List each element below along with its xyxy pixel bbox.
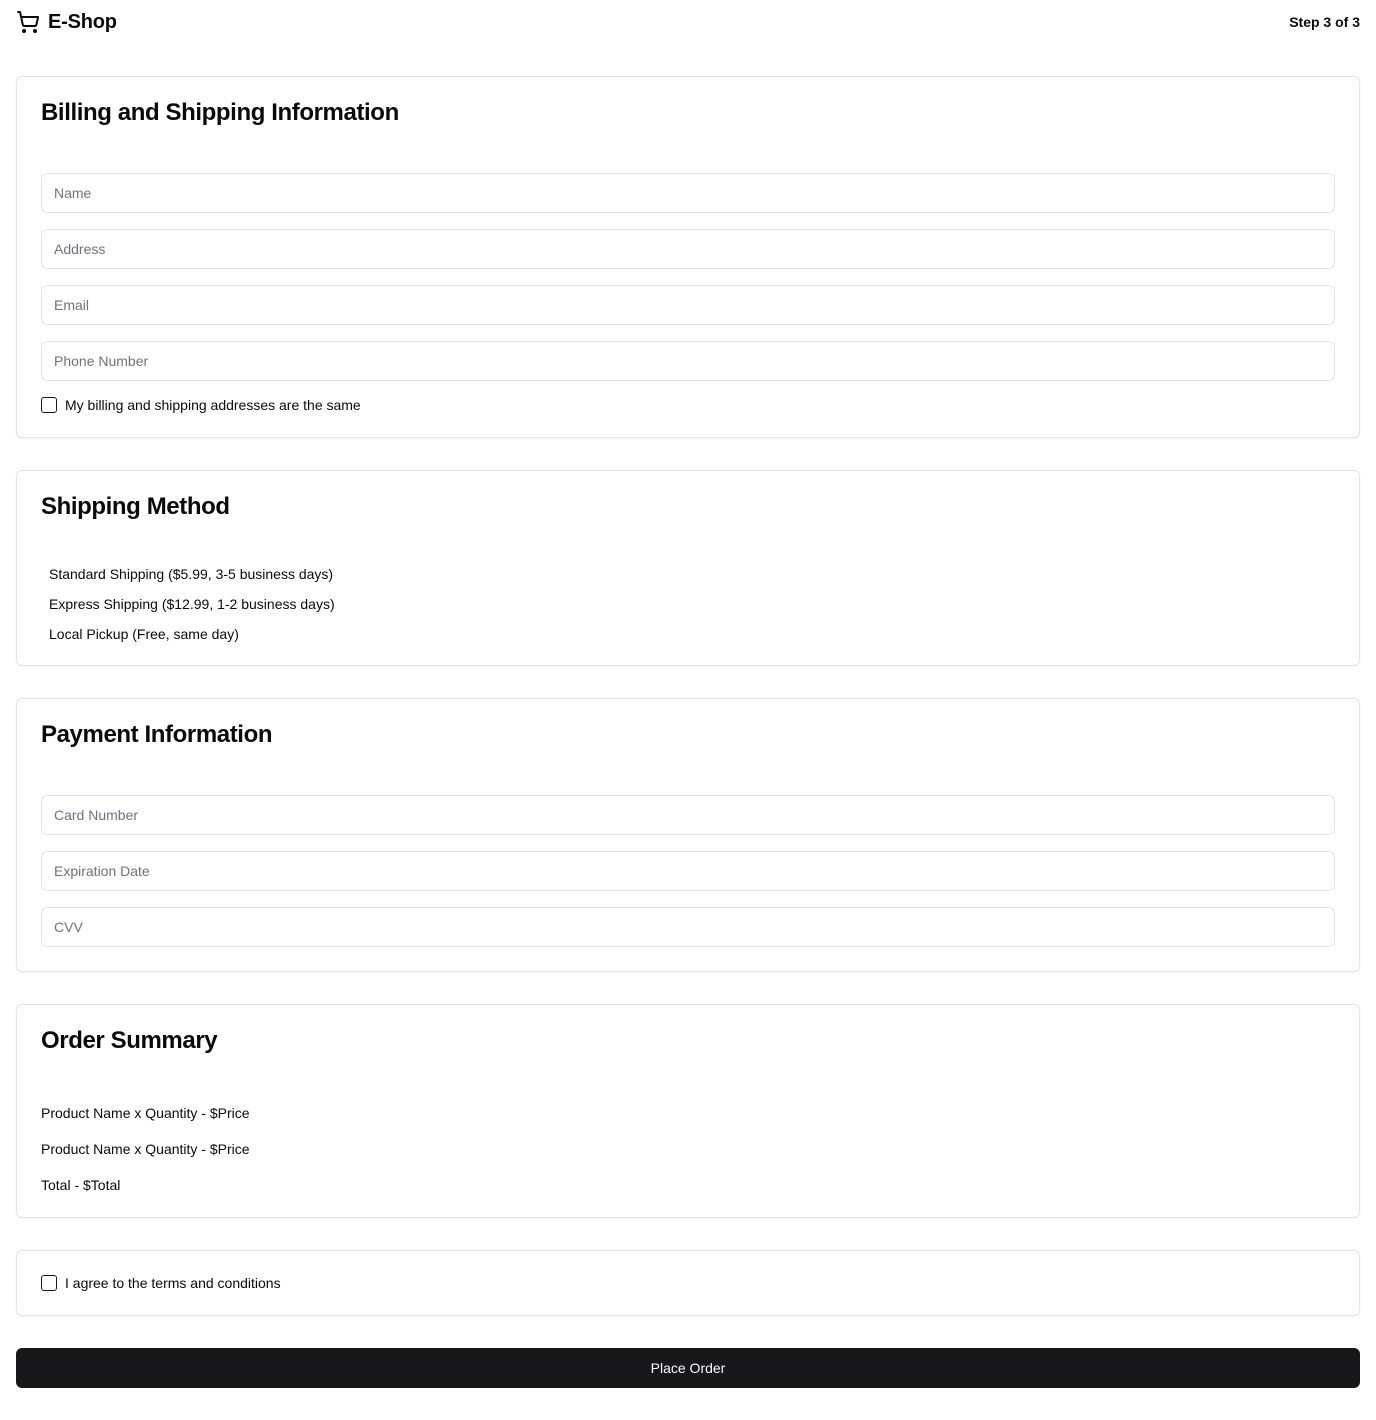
billing-card: Billing and Shipping Information My bill…	[16, 76, 1360, 438]
email-input[interactable]	[41, 285, 1335, 325]
expiration-date-input[interactable]	[41, 851, 1335, 891]
card-number-input[interactable]	[41, 795, 1335, 835]
payment-fields	[41, 795, 1335, 947]
terms-checkbox[interactable]	[41, 1275, 57, 1291]
shipping-options: Standard Shipping ($5.99, 3-5 business d…	[41, 564, 1335, 654]
shipping-option-express[interactable]: Express Shipping ($12.99, 1-2 business d…	[49, 594, 1335, 624]
order-total: Total - $Total	[41, 1177, 121, 1193]
name-input[interactable]	[41, 173, 1335, 213]
phone-input[interactable]	[41, 341, 1335, 381]
order-item: Product Name x Quantity - $Price	[41, 1141, 250, 1157]
top-bar: E-Shop Step 3 of 3	[16, 0, 1360, 44]
terms-label[interactable]: I agree to the terms and conditions	[65, 1275, 281, 1291]
order-item: Product Name x Quantity - $Price	[41, 1105, 250, 1121]
same-address-row: My billing and shipping addresses are th…	[41, 397, 1335, 413]
order-summary-title: Order Summary	[41, 1027, 218, 1054]
payment-title: Payment Information	[41, 721, 273, 748]
brand[interactable]: E-Shop	[16, 10, 117, 34]
shipping-card: Shipping Method Standard Shipping ($5.99…	[16, 470, 1360, 666]
billing-fields	[41, 173, 1335, 381]
step-indicator: Step 3 of 3	[1289, 14, 1360, 30]
address-input[interactable]	[41, 229, 1335, 269]
billing-title: Billing and Shipping Information	[41, 99, 399, 126]
checkout-page: E-Shop Step 3 of 3 Billing and Shipping …	[0, 0, 1376, 1388]
cvv-input[interactable]	[41, 907, 1335, 947]
same-address-checkbox[interactable]	[41, 397, 57, 413]
shopping-cart-icon	[16, 10, 40, 34]
place-order-button[interactable]: Place Order	[16, 1348, 1360, 1388]
shipping-option-standard[interactable]: Standard Shipping ($5.99, 3-5 business d…	[49, 564, 1335, 594]
same-address-label[interactable]: My billing and shipping addresses are th…	[65, 397, 361, 413]
brand-name: E-Shop	[48, 10, 117, 33]
shipping-title: Shipping Method	[41, 493, 230, 520]
order-summary-card: Order Summary Product Name x Quantity - …	[16, 1004, 1360, 1218]
terms-card: I agree to the terms and conditions	[16, 1250, 1360, 1316]
terms-row: I agree to the terms and conditions	[41, 1275, 281, 1291]
order-summary-lines: Product Name x Quantity - $Price Product…	[41, 1103, 1335, 1211]
shipping-option-pickup[interactable]: Local Pickup (Free, same day)	[49, 624, 1335, 654]
payment-card: Payment Information	[16, 698, 1360, 972]
